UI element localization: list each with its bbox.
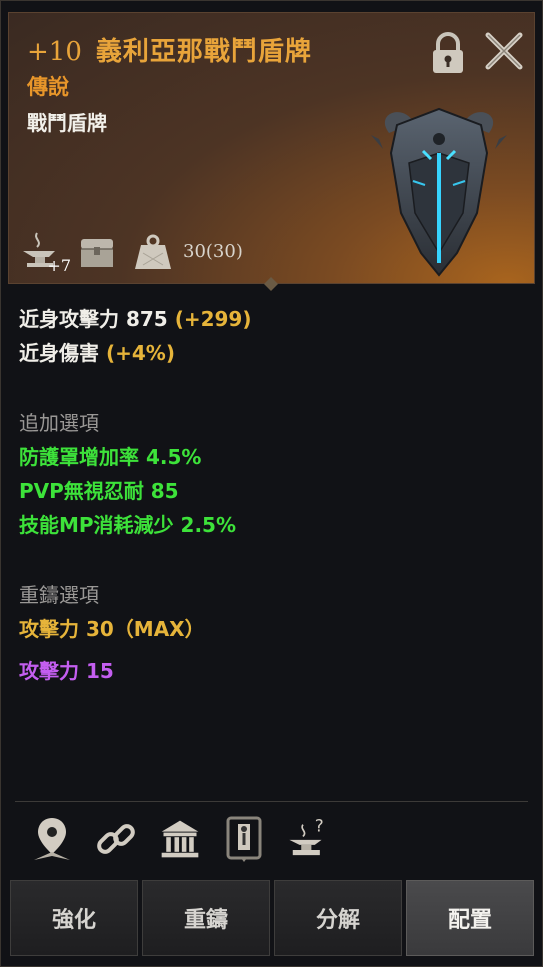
additional-option: 防護罩增加率 4.5% [19, 445, 202, 469]
codex-icon[interactable] [222, 812, 266, 866]
chest-icon [75, 229, 119, 273]
weight-icon [131, 229, 175, 273]
stat-label: 近身攻擊力 875 [19, 307, 168, 331]
additional-option: 技能MP消耗減少 2.5% [19, 513, 236, 537]
equip-button[interactable]: 配置 [406, 880, 534, 956]
stat-bonus: (+299) [174, 307, 252, 331]
item-type: 戰鬥盾牌 [27, 111, 107, 135]
shield-item-image [369, 103, 509, 283]
close-icon[interactable] [482, 29, 526, 73]
enhance-level: +10 [27, 37, 82, 67]
enchant-badge: +7 [47, 256, 71, 275]
enhance-button[interactable]: 強化 [10, 880, 138, 956]
item-attribute-icons: +7 30(30) [19, 229, 243, 275]
divider [15, 801, 528, 802]
action-buttons: 強化 重鑄 分解 配置 [10, 880, 534, 956]
item-stats: 近身攻擊力 875 (+299) 近身傷害 (+4%) 追加選項 防護罩增加率 … [19, 302, 519, 688]
item-name: 義利亞那戰鬥盾牌 [95, 37, 312, 67]
action-icons-row: ? [30, 812, 330, 866]
stat-bonus: (+4%) [105, 341, 175, 365]
stat-melee-attack: 近身攻擊力 875 (+299) [19, 302, 519, 336]
location-pin-icon[interactable] [30, 812, 74, 866]
bank-icon[interactable] [158, 812, 202, 866]
reforge-options-header: 重鑄選項 [19, 583, 99, 607]
anvil-icon: +7 [19, 229, 71, 275]
title-row: +10 義利亞那戰鬥盾牌 [27, 31, 312, 68]
anvil-help-icon[interactable]: ? [286, 812, 330, 866]
weight-value: 30(30) [183, 240, 243, 262]
item-header: +10 義利亞那戰鬥盾牌 傳說 戰鬥盾牌 +7 30(30) [8, 12, 535, 284]
additional-options-header: 追加選項 [19, 411, 99, 435]
reforge-option-max: 攻擊力 30（MAX） [19, 617, 205, 641]
additional-option: PVP無視忍耐 85 [19, 479, 179, 503]
stat-label: 近身傷害 [19, 341, 99, 365]
lock-icon[interactable] [428, 31, 468, 75]
svg-text:?: ? [315, 815, 324, 835]
divider-ornament-icon [264, 276, 278, 291]
dismantle-button[interactable]: 分解 [274, 880, 402, 956]
item-grade: 傳說 [27, 75, 69, 99]
reforge-option: 攻擊力 15 [19, 659, 114, 683]
stat-melee-damage: 近身傷害 (+4%) [19, 336, 519, 370]
reforge-button[interactable]: 重鑄 [142, 880, 270, 956]
link-icon[interactable] [94, 812, 138, 866]
